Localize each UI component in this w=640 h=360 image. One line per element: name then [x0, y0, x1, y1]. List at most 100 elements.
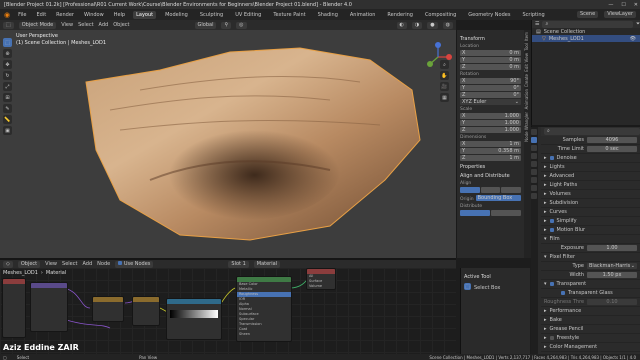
- section-performance[interactable]: ▸ Performance: [541, 307, 640, 316]
- workspace-tab-layout[interactable]: Layout: [133, 10, 157, 19]
- tool-tab-icon[interactable]: [531, 129, 537, 135]
- menu-help[interactable]: Help: [112, 12, 127, 18]
- minimize-icon[interactable]: —: [608, 2, 613, 8]
- scene-tab-icon[interactable]: [531, 161, 537, 167]
- scale-y-field[interactable]: Y 1.000: [460, 120, 521, 126]
- section-bake[interactable]: ▸ Bake: [541, 316, 640, 325]
- location-y-field[interactable]: Y0 m: [460, 57, 521, 63]
- section-film[interactable]: ▾ Film: [541, 235, 640, 244]
- grid-view-icon[interactable]: ▦: [440, 93, 449, 102]
- camera-view-icon[interactable]: 🎥: [440, 82, 449, 91]
- annotate-icon[interactable]: ✎: [3, 104, 12, 113]
- node-menu-node[interactable]: Node: [97, 261, 110, 267]
- blender-logo-icon[interactable]: ◉: [4, 11, 10, 19]
- 3d-viewport[interactable]: User Perspective (1) Scene Collection | …: [0, 30, 456, 258]
- use-nodes-toggle[interactable]: Use Nodes: [115, 260, 154, 268]
- section-freestyle[interactable]: ▸ Freestyle: [541, 334, 640, 343]
- editor-type-icon[interactable]: ⬚: [3, 21, 14, 29]
- pan-hand-icon[interactable]: ✋: [440, 71, 449, 80]
- node-menu-view[interactable]: View: [45, 261, 57, 267]
- menu-file[interactable]: File: [16, 12, 28, 18]
- node-image-texture-2[interactable]: [132, 296, 160, 326]
- overlays-icon[interactable]: ◑: [411, 21, 423, 29]
- node-principled-bsdf[interactable]: Base Color Metallic Roughness IOR Alpha …: [236, 276, 292, 342]
- viewport-menu-object[interactable]: Object: [113, 22, 129, 28]
- section-curves[interactable]: ▸ Curves: [541, 208, 640, 217]
- world-tab-icon[interactable]: [531, 169, 537, 175]
- modifier-tab-icon[interactable]: [531, 185, 537, 191]
- rotation-y-field[interactable]: Y 0°: [460, 85, 521, 91]
- distribute-x-button[interactable]: [460, 210, 490, 216]
- dimension-y-field[interactable]: Y 0.358 m: [460, 148, 521, 154]
- location-x-field[interactable]: X0 m: [460, 50, 521, 56]
- workspace-tab-shading[interactable]: Shading: [315, 11, 341, 19]
- section-subdivision[interactable]: ▸ Subdivision: [541, 199, 640, 208]
- roughness-threshold-field[interactable]: 0.10: [587, 299, 637, 305]
- workspace-tab-texture-paint[interactable]: Texture Paint: [270, 11, 308, 19]
- view-layer-tab-icon[interactable]: [531, 153, 537, 159]
- workspace-tab-geometry-nodes[interactable]: Geometry Nodes: [465, 11, 513, 19]
- workspace-tab-compositing[interactable]: Compositing: [422, 11, 459, 19]
- workspace-tab-modeling[interactable]: Modeling: [162, 11, 191, 19]
- rotation-mode-select[interactable]: XYZ Euler ⌄: [460, 99, 521, 105]
- maximize-icon[interactable]: ☐: [621, 2, 625, 8]
- object-tab-icon[interactable]: [531, 177, 537, 183]
- move-icon[interactable]: ✥: [3, 60, 12, 69]
- properties-panel-title[interactable]: Properties: [460, 164, 521, 170]
- node-mapping[interactable]: [30, 282, 68, 332]
- freestyle-checkbox[interactable]: [549, 336, 554, 340]
- proportional-edit-icon[interactable]: ◎: [236, 21, 247, 29]
- workspace-tab-uv-editing[interactable]: UV Editing: [232, 11, 264, 19]
- section-color-management[interactable]: ▸ Color Management: [541, 343, 640, 352]
- viewport-menu-add[interactable]: Add: [99, 22, 109, 28]
- section-volumes[interactable]: ▸ Volumes: [541, 190, 640, 199]
- node-editor-canvas[interactable]: Meshes_LOD1 › Material Base Color Metall…: [0, 268, 456, 354]
- bsdf-socket[interactable]: Sheen: [237, 332, 291, 337]
- select-box-icon[interactable]: ⬚: [3, 38, 12, 47]
- dimension-z-field[interactable]: Z1 m: [460, 155, 521, 161]
- exposure-field[interactable]: 1.00: [587, 245, 637, 251]
- output-tab-icon[interactable]: [531, 145, 537, 151]
- output-socket[interactable]: Volume: [307, 284, 335, 289]
- width-field[interactable]: 1.50 px: [587, 272, 637, 278]
- outliner-row-mesh[interactable]: ▽ Meshes_LOD1 👁: [532, 35, 640, 42]
- orientation-selector[interactable]: Global: [194, 21, 217, 29]
- pixel-filter-row[interactable]: ▾ Pixel Filter: [541, 253, 640, 262]
- menu-edit[interactable]: Edit: [34, 12, 48, 18]
- sidebar-tab-edit[interactable]: Edit: [524, 64, 529, 72]
- shading-solid-icon[interactable]: ●: [427, 21, 438, 29]
- workspace-tab-rendering[interactable]: Rendering: [384, 11, 416, 19]
- menu-window[interactable]: Window: [82, 12, 106, 18]
- node-menu-add[interactable]: Add: [82, 261, 92, 267]
- sidebar-tab-node-wrangler[interactable]: Node Wrangler: [524, 112, 529, 142]
- transparent-checkbox[interactable]: [549, 282, 554, 286]
- scene-selector[interactable]: Scene: [576, 11, 599, 18]
- section-simplify[interactable]: ▸ Simplify: [541, 217, 640, 226]
- scale-icon[interactable]: ⤢: [3, 82, 12, 91]
- menu-render[interactable]: Render: [54, 12, 76, 18]
- simplify-checkbox[interactable]: [549, 219, 554, 223]
- align-z-button[interactable]: [501, 187, 522, 193]
- sidebar-tab-create[interactable]: Create: [524, 74, 529, 87]
- transparent-glass-checkbox[interactable]: [561, 291, 565, 295]
- section-grease-pencil[interactable]: ▸ Grease Pencil: [541, 325, 640, 334]
- select-box-tool-icon[interactable]: ⬚: [464, 283, 471, 290]
- align-x-button[interactable]: [460, 187, 480, 193]
- slot-select[interactable]: Slot 1: [228, 260, 249, 268]
- transparent-glass-row[interactable]: Transparent Glass: [541, 289, 640, 298]
- transform-icon[interactable]: ⊞: [3, 93, 12, 102]
- section-lights[interactable]: ▸ Lights: [541, 163, 640, 172]
- section-advanced[interactable]: ▸ Advanced: [541, 172, 640, 181]
- sidebar-tab-tool[interactable]: Tool: [524, 43, 529, 51]
- mode-selector[interactable]: Object Mode: [18, 21, 57, 29]
- denoise-checkbox[interactable]: [549, 156, 554, 160]
- view-layer-selector[interactable]: ViewLayer: [604, 11, 636, 18]
- transparent-row[interactable]: ▾ Transparent: [541, 280, 640, 289]
- outliner-search-input[interactable]: ⌕: [542, 20, 633, 28]
- rotate-icon[interactable]: ↻: [3, 71, 12, 80]
- properties-search-input[interactable]: ⌕: [544, 128, 640, 135]
- rotation-z-field[interactable]: Z 0°: [460, 92, 521, 98]
- visibility-icon[interactable]: ◐: [396, 21, 407, 29]
- node-image-texture[interactable]: [92, 296, 124, 322]
- sidebar-tab-item[interactable]: Item: [524, 32, 529, 41]
